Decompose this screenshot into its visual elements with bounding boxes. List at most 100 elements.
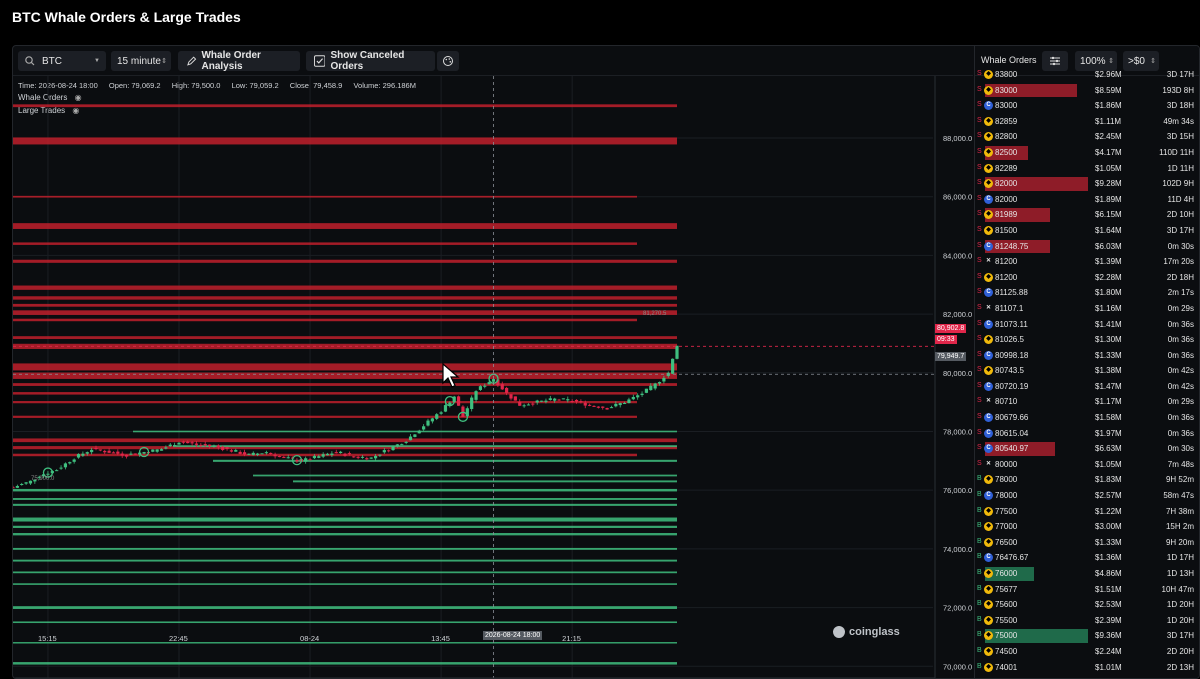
candle-body xyxy=(225,447,229,449)
whale-order-row[interactable]: S ◆ 81200 $2.28M 2D 18H xyxy=(975,270,1199,286)
candle-body xyxy=(151,449,155,452)
whale-order-row[interactable]: S C 80720.19 $1.47M 0m 42s xyxy=(975,379,1199,395)
whale-order-row[interactable]: B ◆ 74500 $2.24M 2D 20H xyxy=(975,644,1199,660)
whale-order-row[interactable]: B C 76476.67 $1.36M 1D 17H xyxy=(975,550,1199,566)
candle-body xyxy=(522,405,526,407)
order-price: 77000 xyxy=(995,522,1018,532)
sell-wall-bar xyxy=(13,195,637,198)
order-side: S xyxy=(977,179,982,187)
order-age: 0m 42s xyxy=(1167,381,1194,391)
whale-order-row[interactable]: S ◆ 82500 $4.17M 110D 11H xyxy=(975,145,1199,161)
candle-body xyxy=(181,441,185,443)
whale-order-row[interactable]: S C 80540.97 $6.63M 0m 30s xyxy=(975,441,1199,457)
whale-order-row[interactable]: S C 81125.88 $1.80M 2m 17s xyxy=(975,285,1199,301)
order-side: S xyxy=(977,381,982,389)
order-age: 7H 38m xyxy=(1165,506,1194,516)
order-age: 3D 15H xyxy=(1166,132,1194,142)
binance-icon: ◆ xyxy=(984,506,993,516)
whale-order-row[interactable]: S ✕ 81107.1 $1.16M 0m 29s xyxy=(975,301,1199,317)
candle-body xyxy=(583,402,587,406)
whale-order-row[interactable]: S C 80998.18 $1.33M 0m 36s xyxy=(975,348,1199,364)
whale-order-row[interactable]: S C 83000 $1.86M 3D 18H xyxy=(975,98,1199,114)
whale-order-row[interactable]: S ✕ 81200 $1.39M 17m 20s xyxy=(975,254,1199,270)
candle-body xyxy=(190,442,194,444)
y-tick-label: 70,000.0 xyxy=(943,662,972,671)
other-icon: ✕ xyxy=(985,258,992,265)
order-side: S xyxy=(977,194,982,202)
order-price: 81500 xyxy=(995,225,1018,235)
candle-body xyxy=(173,445,177,447)
whale-order-row[interactable]: B ◆ 76000 $4.86M 1D 13H xyxy=(975,566,1199,582)
palette-button[interactable] xyxy=(437,51,459,71)
order-value: $1.16M xyxy=(1095,303,1122,313)
y-tick-label: 86,000.0 xyxy=(943,193,972,202)
whale-order-row[interactable]: S ◆ 81989 $6.15M 2D 10H xyxy=(975,207,1199,223)
candle-body xyxy=(133,453,137,455)
order-age: 9H 20m xyxy=(1165,537,1194,547)
show-canceled-label: Show Canceled Orders xyxy=(330,50,405,72)
whale-order-row[interactable]: S ✕ 80000 $1.05M 7m 48s xyxy=(975,457,1199,473)
whale-order-row[interactable]: S C 82000 $1.89M 11D 4H xyxy=(975,192,1199,208)
sell-wall-bar xyxy=(13,372,677,379)
whale-order-row[interactable]: S ✕ 80710 $1.17M 0m 29s xyxy=(975,394,1199,410)
whale-order-row[interactable]: S C 81073.11 $1.41M 0m 36s xyxy=(975,317,1199,333)
chevron-updown-icon: ⇕ xyxy=(1150,58,1156,65)
interval-select[interactable]: 15 minute ⇕ xyxy=(111,51,171,71)
candle-body xyxy=(304,458,308,462)
order-price: 75677 xyxy=(995,584,1018,594)
pencil-icon xyxy=(187,56,197,66)
symbol-value: BTC xyxy=(42,55,62,67)
mouse-cursor-icon xyxy=(442,363,460,388)
symbol-select[interactable]: BTC ▼ xyxy=(18,51,106,71)
whale-order-row[interactable]: S ◆ 80743.5 $1.38M 0m 42s xyxy=(975,363,1199,379)
whale-analysis-button[interactable]: Whale Order Analysis xyxy=(178,50,300,72)
whale-order-row[interactable]: B ◆ 75677 $1.51M 10H 47m xyxy=(975,582,1199,598)
whale-order-row[interactable]: B ◆ 78000 $1.83M 9H 52m xyxy=(975,472,1199,488)
whale-order-row[interactable]: B ◆ 77500 $1.22M 7H 38m xyxy=(975,504,1199,520)
whale-order-row[interactable]: B ◆ 75500 $2.39M 1D 20H xyxy=(975,613,1199,629)
buy-wall-bar xyxy=(253,474,677,477)
order-value: $1.97M xyxy=(1095,428,1122,438)
whale-order-row[interactable]: S ◆ 81026.5 $1.30M 0m 36s xyxy=(975,332,1199,348)
whale-order-row[interactable]: S C 80679.66 $1.58M 0m 36s xyxy=(975,410,1199,426)
whale-order-row[interactable]: S ◆ 82859 $1.11M 49m 34s xyxy=(975,114,1199,130)
whale-order-row[interactable]: S ◆ 82800 $2.45M 3D 15H xyxy=(975,129,1199,145)
binance-icon: ◆ xyxy=(984,537,993,547)
whale-order-row[interactable]: S C 81248.75 $6.03M 0m 30s xyxy=(975,239,1199,255)
whale-order-row[interactable]: S ◆ 81500 $1.64M 3D 17H xyxy=(975,223,1199,239)
candle-body xyxy=(251,452,255,456)
order-side: S xyxy=(977,70,982,77)
order-value: $2.96M xyxy=(1095,70,1122,79)
whale-order-row[interactable]: B ◆ 76500 $1.33M 9H 20m xyxy=(975,535,1199,551)
whale-order-row[interactable]: S ◆ 82000 $9.28M 102D 9H xyxy=(975,176,1199,192)
candle-body xyxy=(269,452,273,454)
whale-order-row[interactable]: B C 78000 $2.57M 58m 47s xyxy=(975,488,1199,504)
show-canceled-toggle[interactable]: Show Canceled Orders xyxy=(306,50,435,72)
candle-body xyxy=(470,397,474,409)
whale-order-row[interactable]: B ◆ 74001 $1.01M 2D 13H xyxy=(975,660,1199,676)
binance-icon: ◆ xyxy=(984,272,993,282)
binance-icon: ◆ xyxy=(984,147,993,157)
candle-body xyxy=(544,400,548,402)
order-age: 0m 36s xyxy=(1167,335,1194,345)
whale-order-row[interactable]: S ◆ 83000 $8.59M 193D 8H xyxy=(975,83,1199,99)
binance-icon: ◆ xyxy=(984,366,993,376)
binance-icon: ◆ xyxy=(984,475,993,485)
whale-order-row[interactable]: S C 80615.04 $1.97M 0m 36s xyxy=(975,426,1199,442)
order-value: $1.33M xyxy=(1095,350,1122,360)
candle-body xyxy=(330,453,334,456)
whale-order-row[interactable]: S ◆ 82289 $1.05M 1D 11H xyxy=(975,161,1199,177)
candle-body xyxy=(483,385,487,387)
candle-body xyxy=(408,436,413,441)
whale-order-row[interactable]: B ◆ 75000 $9.36M 3D 17H xyxy=(975,628,1199,644)
candle-body xyxy=(417,430,421,434)
candle-body xyxy=(199,444,203,446)
price-chart[interactable]: 88,000.0 86,000.0 84,000.0 82,000.0 80,000.0… xyxy=(13,76,973,679)
whale-order-row[interactable]: S ◆ 83800 $2.96M 3D 17H xyxy=(975,67,1199,83)
candle-body xyxy=(282,457,286,459)
whale-order-row[interactable]: B ◆ 75600 $2.53M 1D 20H xyxy=(975,597,1199,613)
candle-body xyxy=(382,450,386,453)
order-value: $4.17M xyxy=(1095,147,1122,157)
whale-order-row[interactable]: B ◆ 77000 $3.00M 15H 2m xyxy=(975,519,1199,535)
order-price: 81989 xyxy=(995,210,1018,220)
